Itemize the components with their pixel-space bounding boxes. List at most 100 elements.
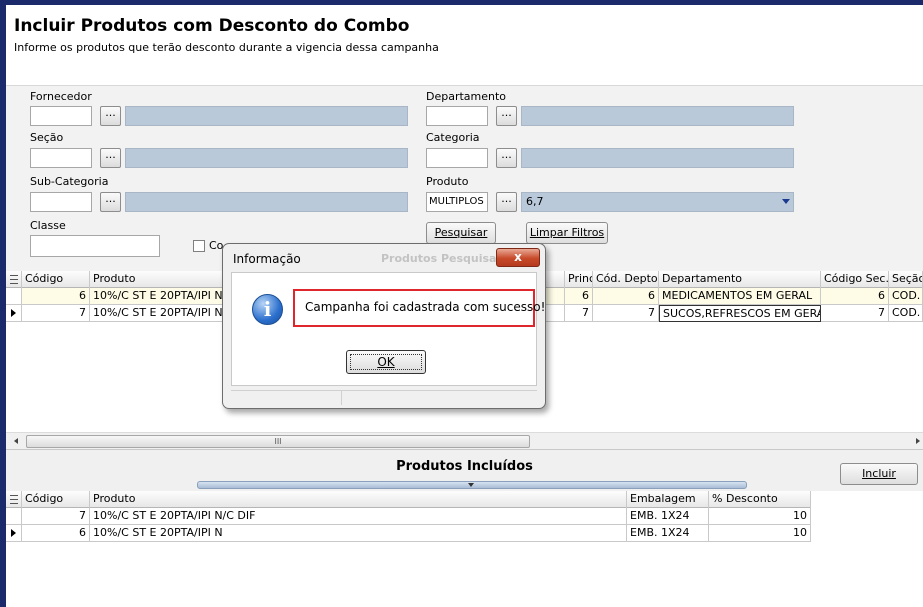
produto-label: Produto (426, 175, 469, 188)
col-codigo-sec[interactable]: Código Sec. (821, 271, 889, 288)
col-codigo[interactable]: Código (22, 491, 90, 508)
cell-embalagem: EMB. 1X24 (627, 525, 709, 542)
col-princ[interactable]: Princ. (565, 271, 593, 288)
cell-produto: 10%/C ST E 20PTA/IPI N (90, 525, 627, 542)
table-row[interactable]: 7 10%/C ST E 20PTA/IPI N/C DIF EMB. 1X24… (6, 508, 811, 525)
pesquisar-button[interactable]: Pesquisar (426, 222, 496, 244)
current-row-arrow-icon (11, 309, 16, 317)
cell-codigo-sec: 7 (821, 305, 889, 322)
cell-codigo: 7 (22, 305, 90, 322)
cell-cod-depto: 7 (593, 305, 659, 322)
subcategoria-label: Sub-Categoria (30, 175, 109, 188)
col-produto[interactable]: Produto (90, 491, 627, 508)
scroll-thumb[interactable]: III (26, 435, 530, 448)
page-header: Incluir Produtos com Desconto do Combo I… (6, 5, 923, 85)
dialog-body: i Campanha foi cadastrada com sucesso! O… (231, 272, 545, 386)
col-embalagem[interactable]: Embalagem (627, 491, 709, 508)
cell-departamento: SUCOS,REFRESCOS EM GERAL (659, 305, 821, 322)
row-indicator (6, 305, 22, 322)
fornecedor-code-input[interactable] (30, 106, 92, 126)
info-icon: i (252, 294, 283, 325)
categoria-label: Categoria (426, 131, 480, 144)
fornecedor-label: Fornecedor (30, 90, 92, 103)
classe-label: Classe (30, 219, 66, 232)
checkbox[interactable] (193, 240, 205, 252)
incluir-button-label: Incluir (862, 467, 896, 480)
dialog-title: Informação (233, 252, 301, 266)
incluir-button[interactable]: Incluir (840, 463, 918, 485)
fornecedor-name-field (125, 106, 408, 126)
categoria-code-input[interactable] (426, 148, 488, 168)
dialog-message: Campanha foi cadastrada com sucesso! (305, 300, 546, 314)
subcategoria-name-field (125, 192, 408, 212)
categoria-name-field (521, 148, 794, 168)
cell-departamento: MEDICAMENTOS EM GERAL (659, 288, 821, 305)
pesquisar-button-label: Pesquisar (434, 226, 488, 239)
col-secao[interactable]: Seção (889, 271, 923, 288)
cell-codigo: 6 (22, 525, 90, 542)
subcategoria-code-input[interactable] (30, 192, 92, 212)
produto-select[interactable]: 6,7 (521, 192, 794, 212)
produto-browse-button[interactable]: ... (496, 192, 517, 212)
produto-select-value: 6,7 (526, 195, 544, 208)
cell-codigo-sec: 6 (821, 288, 889, 305)
page-title: Incluir Produtos com Desconto do Combo (14, 16, 410, 36)
info-dialog: Informação Produtos Pesquisa x i Campanh… (222, 243, 546, 409)
cell-desconto[interactable]: 10 (709, 508, 811, 525)
table-row[interactable]: 6 10%/C ST E 20PTA/IPI N EMB. 1X24 10 (6, 525, 811, 542)
cell-princ: 7 (565, 305, 593, 322)
cell-secao: COD. (889, 288, 923, 305)
cell-codigo: 6 (22, 288, 90, 305)
chevron-down-icon[interactable] (468, 483, 474, 487)
col-desconto[interactable]: % Desconto (709, 491, 811, 508)
cell-produto: 10%/C ST E 20PTA/IPI N/C DIF (90, 508, 627, 525)
ok-button[interactable]: OK (346, 350, 426, 374)
cell-secao: COD. (889, 305, 923, 322)
cell-embalagem: EMB. 1X24 (627, 508, 709, 525)
focus-rect (350, 354, 422, 370)
message-highlight-box: Campanha foi cadastrada com sucesso! (293, 289, 545, 327)
row-indicator (6, 508, 22, 525)
secao-label: Seção (30, 131, 64, 144)
dialog-close-button[interactable]: x (496, 248, 540, 267)
dialog-background-text: Produtos Pesquisa (381, 252, 497, 265)
grid-menu-icon[interactable] (6, 271, 22, 288)
col-codigo[interactable]: Código (22, 271, 90, 288)
departamento-code-input[interactable] (426, 106, 488, 126)
departamento-label: Departamento (426, 90, 507, 103)
included-products-title: Produtos Incluídos (396, 459, 533, 474)
limpar-filtros-button-label: Limpar Filtros (529, 226, 605, 239)
dialog-footer (231, 390, 537, 405)
classe-input[interactable] (30, 235, 160, 257)
departamento-browse-button[interactable]: ... (496, 106, 517, 126)
cell-codigo: 7 (22, 508, 90, 525)
secao-name-field (125, 148, 408, 168)
cell-princ: 6 (565, 288, 593, 305)
included-grid-header: Código Produto Embalagem % Desconto (6, 491, 811, 508)
results-horizontal-scrollbar[interactable]: III (6, 432, 923, 449)
current-row-arrow-icon (11, 529, 16, 537)
page-subtitle: Informe os produtos que terão desconto d… (14, 41, 439, 54)
chevron-down-icon[interactable] (782, 199, 790, 204)
footer-divider (341, 391, 342, 405)
col-departamento[interactable]: Departamento (659, 271, 821, 288)
cell-desconto[interactable]: 10 (709, 525, 811, 542)
departamento-name-field (521, 106, 794, 126)
scroll-right-icon[interactable] (916, 438, 920, 444)
grid-menu-icon[interactable] (6, 491, 22, 508)
scroll-left-icon[interactable] (14, 438, 18, 444)
secao-browse-button[interactable]: ... (100, 148, 121, 168)
row-indicator (6, 525, 22, 542)
subcategoria-browse-button[interactable]: ... (100, 192, 121, 212)
limpar-filtros-button[interactable]: Limpar Filtros (526, 222, 608, 244)
col-cod-depto[interactable]: Cód. Depto. (593, 271, 659, 288)
included-grid[interactable]: Código Produto Embalagem % Desconto 7 10… (6, 491, 923, 607)
secao-code-input[interactable] (30, 148, 92, 168)
produto-code-input[interactable]: MULTIPLOS (426, 192, 488, 212)
categoria-browse-button[interactable]: ... (496, 148, 517, 168)
cell-cod-depto: 6 (593, 288, 659, 305)
included-products-bar: Produtos Incluídos Incluir (6, 449, 923, 491)
row-indicator (6, 288, 22, 305)
panel-splitter[interactable] (197, 481, 747, 489)
fornecedor-browse-button[interactable]: ... (100, 106, 121, 126)
